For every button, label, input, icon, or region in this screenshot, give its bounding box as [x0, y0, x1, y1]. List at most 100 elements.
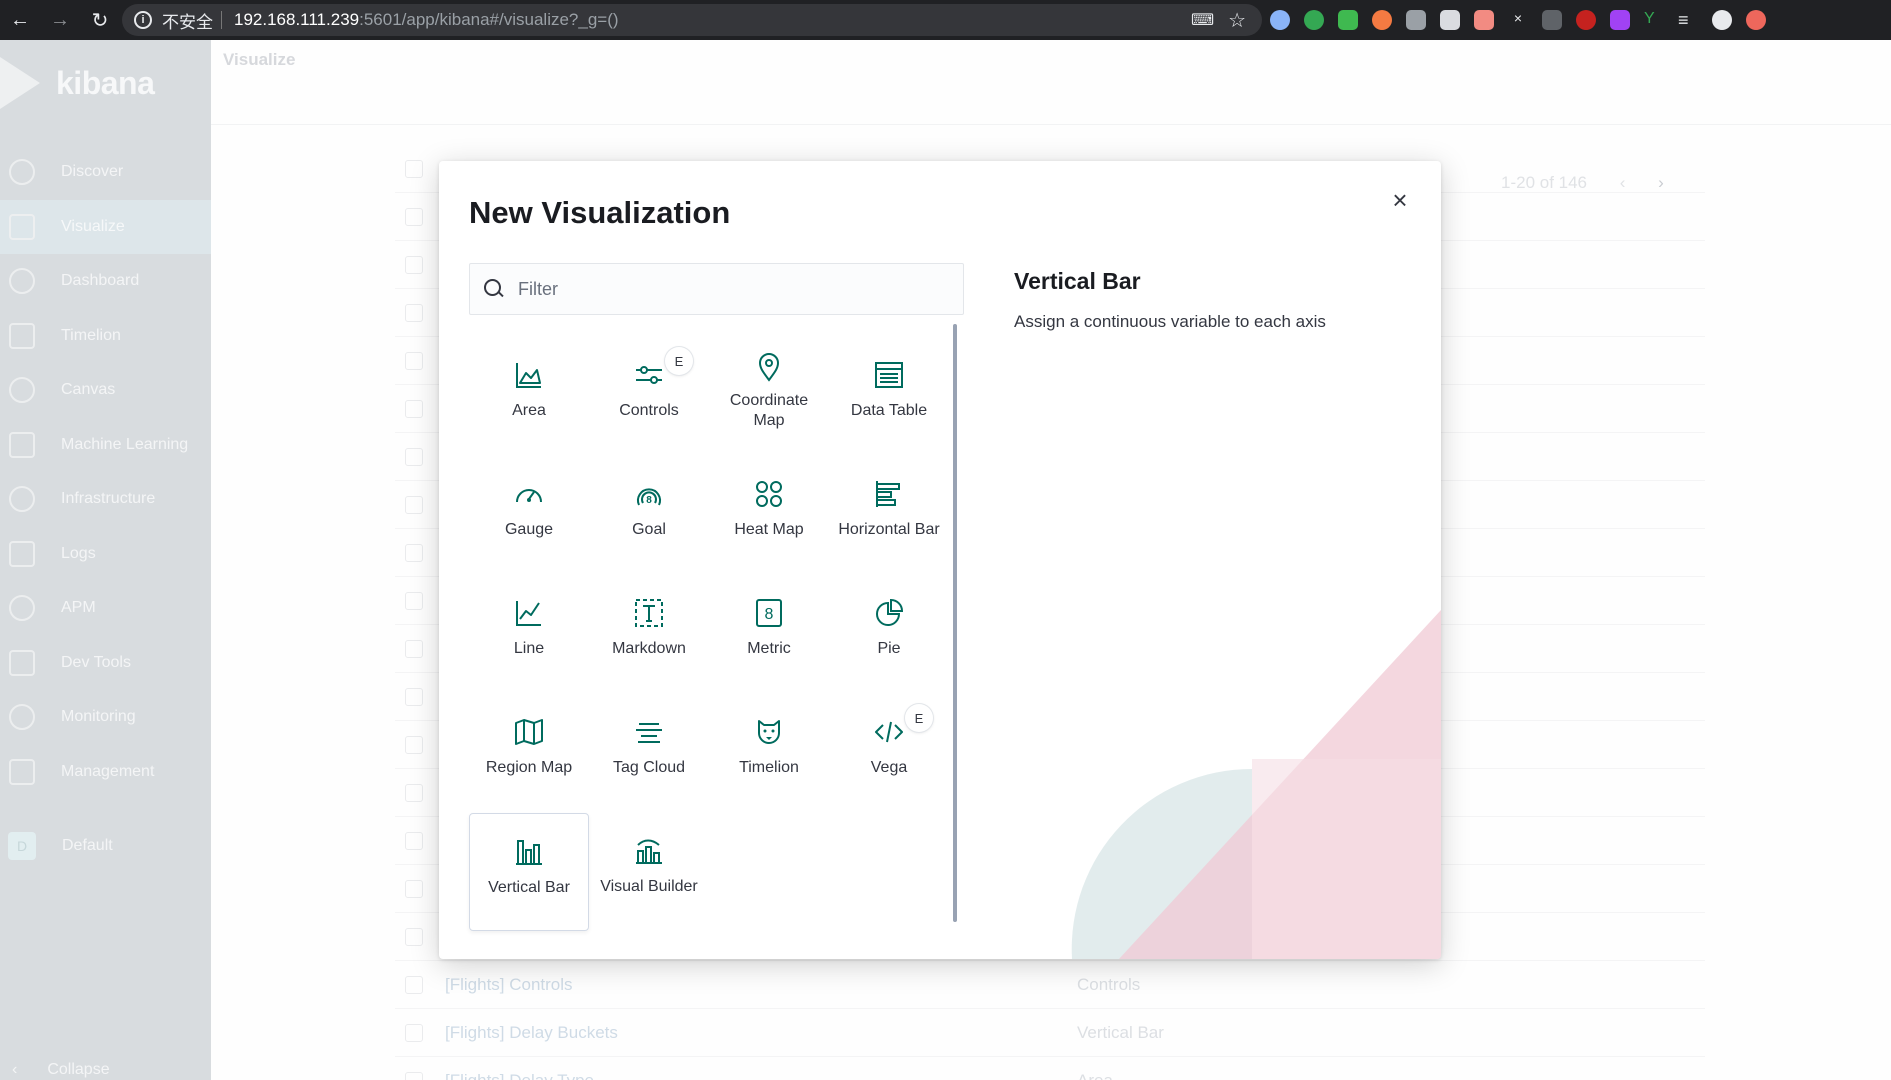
experimental-badge[interactable]: E: [665, 347, 693, 375]
sidebar-item-visualize[interactable]: Visualize: [0, 200, 211, 254]
row-type: Controls: [1077, 974, 1141, 994]
sidebar-item-label: Canvas: [61, 381, 116, 398]
experimental-badge[interactable]: E: [905, 704, 933, 732]
goal-icon: 8: [637, 488, 661, 506]
row-checkbox[interactable]: [405, 255, 423, 274]
row-checkbox[interactable]: [405, 927, 423, 946]
collapse-label: Collapse: [47, 1061, 110, 1078]
grid-scrollbar[interactable]: [953, 324, 957, 922]
row-checkbox[interactable]: [405, 591, 423, 610]
table-row[interactable]: [Flights] Controls Controls: [395, 961, 1705, 1009]
row-checkbox[interactable]: [405, 687, 423, 706]
vis-type-gauge[interactable]: Gauge: [469, 456, 589, 574]
filter-field[interactable]: [469, 263, 964, 315]
vis-type-region-map[interactable]: Region Map: [469, 694, 589, 812]
vis-type-heat-map[interactable]: Heat Map: [709, 456, 829, 574]
extension-icon[interactable]: [1372, 10, 1392, 30]
vis-type-data-table[interactable]: Data Table: [829, 337, 949, 455]
row-checkbox[interactable]: [405, 207, 423, 226]
row-checkbox[interactable]: [405, 639, 423, 658]
extension-icon[interactable]: [1474, 10, 1494, 30]
row-checkbox[interactable]: [405, 1023, 423, 1042]
row-checkbox[interactable]: [405, 495, 423, 514]
filter-input[interactable]: [518, 278, 958, 300]
vis-type-timelion[interactable]: Timelion: [709, 694, 829, 812]
extension-icon[interactable]: Y: [1644, 10, 1664, 30]
row-checkbox[interactable]: [405, 447, 423, 466]
table-row[interactable]: [Flights] Delay Buckets Vertical Bar: [395, 1009, 1705, 1057]
row-checkbox[interactable]: [405, 831, 423, 850]
sidebar-item-machine-learning[interactable]: Machine Learning: [0, 418, 211, 472]
row-checkbox[interactable]: [405, 735, 423, 754]
extension-icon[interactable]: [1270, 10, 1290, 30]
info-icon[interactable]: i: [134, 11, 152, 29]
row-checkbox[interactable]: [405, 159, 423, 178]
back-arrow-icon[interactable]: ←: [0, 0, 40, 40]
vis-type-area[interactable]: Area: [469, 337, 589, 455]
vis-type-horizontal-bar[interactable]: Horizontal Bar: [829, 456, 949, 574]
close-x-icon[interactable]: ×: [1508, 10, 1528, 30]
close-icon[interactable]: ×: [1385, 185, 1415, 215]
space-selector[interactable]: D Default: [0, 819, 211, 873]
row-checkbox[interactable]: [405, 1071, 423, 1080]
row-checkbox[interactable]: [405, 975, 423, 994]
evernote-icon[interactable]: [1304, 10, 1324, 30]
row-checkbox[interactable]: [405, 351, 423, 370]
vis-type-markdown[interactable]: Markdown: [589, 575, 709, 693]
horizontal-bar-icon: [876, 481, 900, 507]
sidebar-item-label: Visualize: [61, 218, 125, 235]
vis-type-pie[interactable]: Pie: [829, 575, 949, 693]
sidebar-item-canvas[interactable]: Canvas: [0, 363, 211, 417]
row-checkbox[interactable]: [405, 879, 423, 898]
compass-icon: [9, 159, 35, 185]
collapse-button[interactable]: ‹ Collapse: [0, 1060, 211, 1080]
vis-type-tag-cloud[interactable]: Tag Cloud: [589, 694, 709, 812]
address-bar[interactable]: i 不安全 192.168.111.239 :5601/app/kibana#/…: [122, 4, 1262, 36]
sidebar-item-timelion[interactable]: Timelion: [0, 309, 211, 363]
row-checkbox[interactable]: [405, 543, 423, 562]
table-row[interactable]: [Flights] Delay Type Area: [395, 1057, 1705, 1080]
vis-type-vertical-bar[interactable]: Vertical Bar: [469, 813, 589, 931]
vis-type-line[interactable]: Line: [469, 575, 589, 693]
sidebar-item-dev-tools[interactable]: Dev Tools: [0, 636, 211, 690]
vis-type-label: Tag Cloud: [612, 759, 686, 776]
vis-type-vega[interactable]: Vega E: [829, 694, 949, 812]
row-checkbox[interactable]: [405, 399, 423, 418]
row-type: Area: [1077, 1070, 1113, 1080]
vis-type-metric[interactable]: 8 Metric: [709, 575, 829, 693]
vis-type-coordinate-map[interactable]: Coordinate Map: [709, 337, 829, 455]
sidebar-item-management[interactable]: Management: [0, 745, 211, 799]
shield-icon[interactable]: [1338, 10, 1358, 30]
vis-type-goal[interactable]: 8 Goal: [589, 456, 709, 574]
qr-code-icon[interactable]: [1406, 10, 1426, 30]
translate-icon[interactable]: ⌨: [1191, 10, 1214, 30]
sidebar-item-dashboard[interactable]: Dashboard: [0, 254, 211, 308]
header-divider: [211, 124, 1891, 125]
diamond-icon[interactable]: [1440, 10, 1460, 30]
sidebar-item-infrastructure[interactable]: Infrastructure: [0, 472, 211, 526]
row-title-link[interactable]: [Flights] Delay Type: [445, 1071, 594, 1080]
vis-type-controls[interactable]: Controls E: [589, 337, 709, 455]
forward-arrow-icon[interactable]: →: [40, 0, 80, 40]
dashboard-icon: [9, 268, 35, 294]
extension-icon[interactable]: [1542, 10, 1562, 30]
vis-type-visual-builder[interactable]: Visual Builder: [589, 813, 709, 931]
sidebar-item-discover[interactable]: Discover: [0, 145, 211, 199]
bookmark-star-icon[interactable]: ☆: [1228, 8, 1246, 33]
extension-icon[interactable]: [1610, 10, 1630, 30]
kibana-logo[interactable]: kibana: [0, 57, 155, 109]
account-avatar-icon[interactable]: [1712, 10, 1732, 30]
playlist-icon[interactable]: ≡: [1678, 10, 1698, 30]
row-checkbox[interactable]: [405, 783, 423, 802]
row-checkbox[interactable]: [405, 303, 423, 322]
extension-icon[interactable]: [1746, 10, 1766, 30]
sidebar-item-logs[interactable]: Logs: [0, 527, 211, 581]
row-title-link[interactable]: [Flights] Delay Buckets: [445, 1023, 618, 1043]
line-chart-icon: [516, 601, 541, 626]
sidebar-item-monitoring[interactable]: Monitoring: [0, 690, 211, 744]
logs-icon: [9, 541, 35, 567]
row-title-link[interactable]: [Flights] Controls: [445, 975, 573, 995]
sidebar-item-apm[interactable]: APM: [0, 581, 211, 635]
extension-icon[interactable]: [1576, 10, 1596, 30]
reload-icon[interactable]: ↻: [80, 0, 120, 40]
